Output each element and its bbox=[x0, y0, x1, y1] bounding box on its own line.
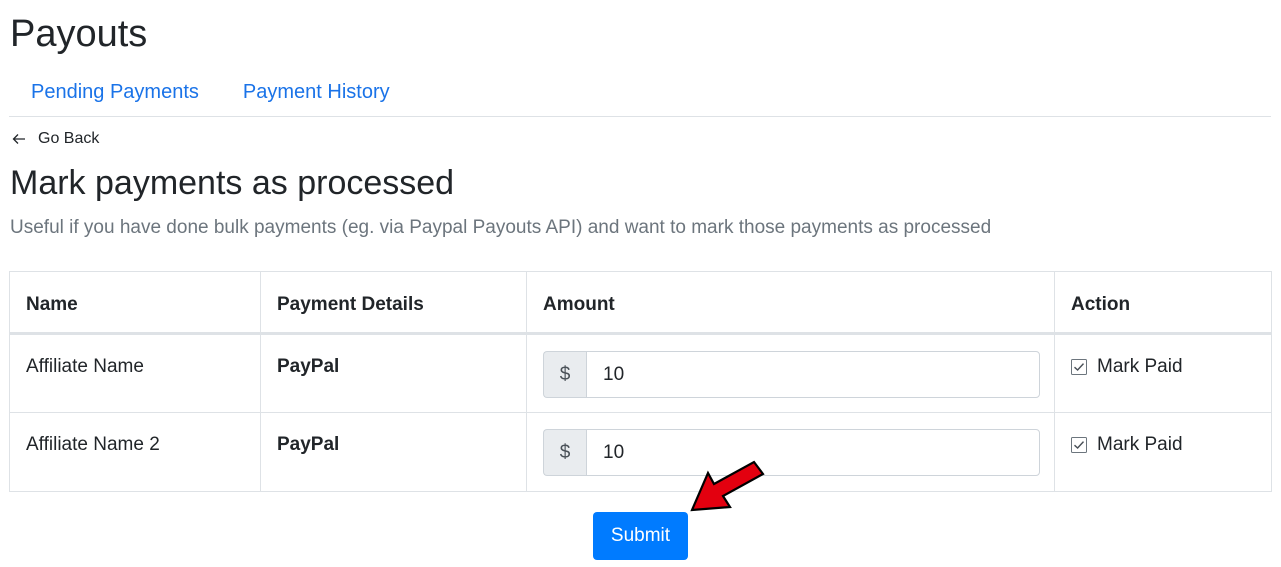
table-header-row: Name Payment Details Amount Action bbox=[9, 271, 1272, 335]
tab-payment-history[interactable]: Payment History bbox=[221, 76, 412, 116]
payment-details-cell: PayPal bbox=[260, 412, 527, 492]
table-row: Affiliate Name 2 PayPal $ Mark Paid bbox=[9, 412, 1272, 492]
go-back-link[interactable]: Go Back bbox=[12, 128, 99, 150]
affiliate-name-cell: Affiliate Name 2 bbox=[9, 412, 261, 492]
go-back-label: Go Back bbox=[38, 130, 100, 147]
amount-cell: $ bbox=[526, 333, 1055, 413]
payment-details-cell: PayPal bbox=[260, 333, 527, 413]
mark-paid-checkbox[interactable]: Mark Paid bbox=[1071, 356, 1255, 378]
currency-prefix: $ bbox=[543, 351, 586, 398]
table-row: Affiliate Name PayPal $ Mark Paid bbox=[9, 333, 1272, 413]
payments-table: Name Payment Details Amount Action Affil… bbox=[9, 271, 1272, 492]
amount-input[interactable] bbox=[586, 429, 1040, 476]
checkbox-checked-icon[interactable] bbox=[1071, 359, 1087, 375]
column-header-name: Name bbox=[9, 271, 261, 335]
mark-paid-checkbox[interactable]: Mark Paid bbox=[1071, 434, 1255, 456]
submit-button[interactable]: Submit bbox=[593, 512, 688, 560]
annotation-arrow-icon bbox=[690, 460, 765, 512]
checkbox-checked-icon[interactable] bbox=[1071, 437, 1087, 453]
column-header-action: Action bbox=[1054, 271, 1272, 335]
mark-paid-label: Mark Paid bbox=[1097, 434, 1183, 455]
affiliate-name-cell: Affiliate Name bbox=[9, 333, 261, 413]
arrow-left-icon bbox=[12, 134, 25, 144]
page-title: Payouts bbox=[10, 13, 148, 55]
amount-cell: $ bbox=[526, 412, 1055, 492]
column-header-payment-details: Payment Details bbox=[260, 271, 527, 335]
column-header-amount: Amount bbox=[526, 271, 1055, 335]
amount-input-group: $ bbox=[543, 351, 1040, 398]
section-title: Mark payments as processed bbox=[10, 164, 455, 202]
amount-input[interactable] bbox=[586, 351, 1040, 398]
tab-bar: Pending Payments Payment History bbox=[9, 76, 1271, 117]
action-cell: Mark Paid bbox=[1054, 333, 1272, 413]
tab-pending-payments[interactable]: Pending Payments bbox=[9, 76, 221, 116]
mark-paid-label: Mark Paid bbox=[1097, 356, 1183, 377]
amount-input-group: $ bbox=[543, 429, 1040, 476]
section-description: Useful if you have done bulk payments (e… bbox=[10, 217, 992, 238]
currency-prefix: $ bbox=[543, 429, 586, 476]
action-cell: Mark Paid bbox=[1054, 412, 1272, 492]
